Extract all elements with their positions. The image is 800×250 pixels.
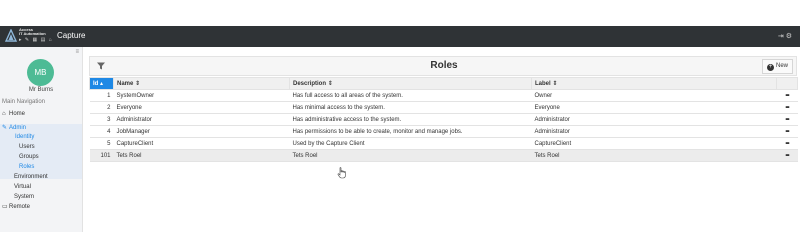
avatar[interactable]: MB	[27, 59, 54, 86]
logout-icon[interactable]: ⇥	[778, 33, 786, 40]
sidebar-item-label: Virtual	[14, 184, 31, 190]
table-header-row: Id ▴ Name ⇕ Description ⇕ Label ⇕	[89, 77, 798, 90]
sidebar-item-label: Identity	[15, 134, 35, 140]
sidebar-item-environment[interactable]: Environment	[14, 173, 48, 181]
plus-icon: +	[766, 64, 774, 71]
cell-label: Administrator	[531, 113, 777, 126]
new-button-label: New	[775, 63, 788, 69]
column-label: Label	[535, 81, 551, 87]
sidebar-item-virtual[interactable]: Virtual	[14, 183, 31, 191]
cell-name: Administrator	[113, 113, 290, 126]
sidebar-item-label: Environment	[14, 174, 48, 180]
column-label: Description	[293, 81, 327, 87]
table-row[interactable]: 1 SystemOwner Has full access to all are…	[89, 89, 798, 102]
column-header-id[interactable]: Id ▴	[89, 77, 114, 90]
sort-icon: ⇕	[552, 81, 558, 87]
row-menu-icon[interactable]: •••	[776, 149, 798, 162]
roles-table: Id ▴ Name ⇕ Description ⇕ Label ⇕ 1 Syst…	[89, 77, 798, 162]
sidebar-item-label: Roles	[19, 164, 35, 170]
sidebar-item-label: Admin	[9, 125, 27, 131]
sidebar-item-identity[interactable]: Identity	[15, 133, 34, 141]
cell-description: Has minimal access to the system.	[289, 101, 532, 114]
sort-icon: ⇕	[135, 81, 141, 87]
cell-description: Has full access to all areas of the syst…	[289, 89, 532, 102]
column-header-actions	[776, 77, 798, 90]
logo-mark-icon	[4, 29, 18, 42]
column-header-description[interactable]: Description ⇕	[289, 77, 532, 90]
header-actions: ⇥⚙	[778, 32, 794, 40]
cell-label: Everyone	[531, 101, 777, 114]
sidebar-item-roles[interactable]: Roles	[19, 163, 34, 171]
row-menu-icon[interactable]: •••	[776, 125, 798, 138]
cell-label: Tets Roel	[531, 149, 777, 162]
cell-id: 2	[89, 101, 114, 114]
row-menu-icon[interactable]: •••	[776, 113, 798, 126]
table-row[interactable]: 5 CaptureClient Used by the Capture Clie…	[89, 137, 798, 150]
page-title: Roles	[430, 60, 458, 71]
sidebar-item-system[interactable]: System	[14, 193, 34, 201]
hand-cursor-icon	[337, 167, 346, 179]
cell-label: Administrator	[531, 125, 777, 138]
cell-id: 5	[89, 137, 114, 150]
cell-id: 3	[89, 113, 114, 126]
table-row[interactable]: 101 Tets Roel Tets Roel Tets Roel •••	[89, 149, 798, 162]
admin-section-background	[0, 124, 82, 179]
table-row[interactable]: 2 Everyone Has minimal access to the sys…	[89, 101, 798, 114]
sidebar-item-label: Users	[19, 144, 35, 150]
cell-name: CaptureClient	[113, 137, 290, 150]
cell-label: CaptureClient	[531, 137, 777, 150]
brand-toolbar-icons: ▸ ✎ ▦ ▤ ⌂	[19, 37, 53, 43]
home-icon: ⌂	[2, 111, 6, 117]
cell-name: JobManager	[113, 125, 290, 138]
cell-description: Used by the Capture Client	[289, 137, 532, 150]
sidebar-item-home[interactable]: ⌂ Home	[2, 110, 25, 118]
panel-header: Roles + New	[89, 56, 797, 76]
monitor-icon: ▭	[2, 204, 8, 210]
column-header-name[interactable]: Name ⇕	[113, 77, 290, 90]
column-header-label[interactable]: Label ⇕	[531, 77, 777, 90]
column-label: Name	[117, 81, 134, 87]
cell-id: 101	[89, 149, 114, 162]
row-menu-icon[interactable]: •••	[776, 101, 798, 114]
cell-id: 4	[89, 125, 114, 138]
sort-ascending-icon: ▴	[100, 81, 104, 87]
nav-heading: Main Navigation	[2, 99, 46, 105]
column-label: Id	[93, 81, 99, 87]
new-button[interactable]: + New	[761, 59, 793, 74]
user-name: Mr Burns	[28, 87, 54, 93]
collapse-icon[interactable]: ≡	[75, 49, 79, 55]
cell-description: Has administrative access to the system.	[289, 113, 532, 126]
row-menu-icon[interactable]: •••	[776, 137, 798, 150]
sort-icon: ⇕	[327, 81, 333, 87]
settings-cogs-icon[interactable]: ⚙	[786, 33, 794, 40]
sidebar-item-users[interactable]: Users	[19, 143, 35, 151]
app-title: Capture	[57, 31, 86, 40]
top-bar: Access IT Automation ▸ ✎ ▦ ▤ ⌂ Capture ⇥…	[0, 26, 800, 47]
sidebar-item-label: System	[14, 194, 35, 200]
cell-label: Owner	[531, 89, 777, 102]
sidebar-item-label: Remote	[9, 204, 31, 210]
wrench-icon: ✎	[2, 125, 8, 131]
cell-name: Everyone	[113, 101, 290, 114]
cell-id: 1	[89, 89, 114, 102]
cell-description: Has permissions to be able to create, mo…	[289, 125, 532, 138]
brand-line2: IT Automation	[19, 31, 46, 36]
cell-name: Tets Roel	[113, 149, 290, 162]
cell-name: SystemOwner	[113, 89, 290, 102]
sidebar-item-label: Home	[9, 111, 26, 117]
roles-panel: Roles + New Id ▴ Name ⇕ Description ⇕ Lab…	[89, 56, 798, 176]
table-row[interactable]: 3 Administrator Has administrative acces…	[89, 113, 798, 126]
row-menu-icon[interactable]: •••	[776, 89, 798, 102]
sidebar-item-label: Groups	[19, 154, 39, 160]
cell-description: Tets Roel	[289, 149, 532, 162]
sidebar-item-admin[interactable]: ✎ Admin	[2, 124, 26, 132]
sidebar-item-groups[interactable]: Groups	[19, 153, 39, 161]
sidebar: ≡ MB Mr Burns Main Navigation ⌂ Home ✎ Adm…	[0, 47, 83, 232]
sidebar-item-remote[interactable]: ▭Remote	[2, 203, 30, 211]
table-row[interactable]: 4 JobManager Has permissions to be able …	[89, 125, 798, 138]
app-logo[interactable]: Access IT Automation ▸ ✎ ▦ ▤ ⌂	[4, 27, 54, 46]
